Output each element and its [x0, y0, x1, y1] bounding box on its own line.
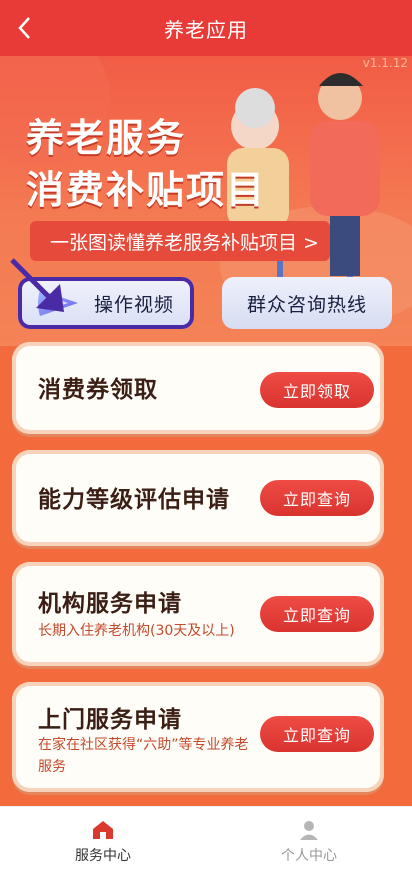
hero-headline: 养老服务 消费补贴项目 [26, 112, 266, 216]
service-list: 消费券领取 立即领取 能力等级评估申请 立即查询 机构服务申请 长期入住养老机构… [0, 340, 412, 810]
query-assessment-button[interactable]: 立即查询 [260, 480, 374, 516]
tab-service-center[interactable]: 服务中心 [0, 807, 206, 877]
service-card-assessment[interactable]: 能力等级评估申请 立即查询 [12, 450, 384, 546]
service-card-home[interactable]: 上门服务申请 在家在社区获得“六助”等专业养老服务 立即查询 [12, 682, 384, 792]
service-card-voucher[interactable]: 消费券领取 立即领取 [12, 342, 384, 434]
person-icon [300, 821, 318, 840]
headline-line-1: 养老服务 [26, 116, 187, 160]
headline-line-2: 消费补贴项目 [26, 168, 267, 212]
service-desc: 在家在社区获得“六助”等专业养老服务 [38, 737, 249, 775]
query-home-button[interactable]: 立即查询 [260, 716, 374, 752]
hero-banner: v1.1.12 养老服务 消费补贴项目 一张图读懂养老服务补贴项目 > 操作视频… [0, 56, 412, 346]
page-title: 养老应用 [164, 17, 248, 42]
service-card-institution[interactable]: 机构服务申请 长期入住养老机构(30天及以上) 立即查询 [12, 562, 384, 666]
video-button-label: 操作视频 [94, 293, 175, 316]
hotline-button[interactable]: 群众咨询热线 [222, 277, 392, 329]
service-name: 能力等级评估申请 [38, 487, 230, 513]
back-icon[interactable] [10, 12, 38, 44]
query-institution-button[interactable]: 立即查询 [260, 596, 374, 632]
tab-label: 个人中心 [281, 848, 337, 864]
version-label: v1.1.12 [362, 56, 408, 70]
hotline-button-label: 群众咨询热线 [246, 293, 367, 316]
tab-personal-center[interactable]: 个人中心 [206, 807, 412, 877]
service-name: 消费券领取 [38, 377, 158, 403]
claim-voucher-button[interactable]: 立即领取 [260, 372, 374, 408]
tab-label: 服务中心 [75, 848, 131, 864]
service-name: 机构服务申请 [38, 591, 182, 617]
home-icon [93, 821, 113, 839]
service-desc: 长期入住养老机构(30天及以上) [38, 623, 235, 639]
top-bar: 养老应用 [0, 0, 412, 56]
service-name: 上门服务申请 [38, 707, 182, 733]
arrow-annotation-icon [10, 258, 64, 312]
bottom-tab-bar: 服务中心 个人中心 [0, 806, 412, 877]
